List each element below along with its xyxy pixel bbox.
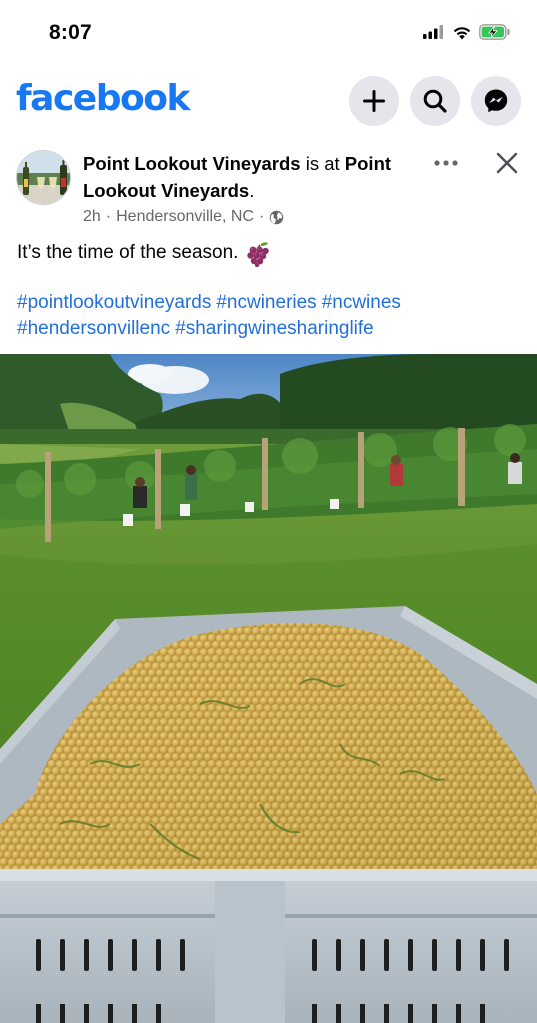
messenger-button[interactable] [471, 76, 521, 126]
app-header: facebook [0, 70, 537, 132]
facebook-logo[interactable]: facebook [16, 78, 190, 119]
close-icon [496, 152, 518, 174]
post-place[interactable]: Hendersonville, NC [116, 208, 254, 226]
search-icon [423, 89, 447, 113]
post-message: It’s the time of the season. [17, 239, 272, 267]
more-options-button[interactable] [428, 148, 464, 178]
post-header: Point Lookout Vineyards is at Point Look… [0, 146, 537, 234]
battery-charging-icon [479, 24, 510, 40]
hashtag-link[interactable]: #pointlookoutvineyards [17, 292, 211, 313]
post-photo[interactable] [0, 354, 537, 1023]
hashtag-link[interactable]: #hendersonvillenc [17, 318, 170, 339]
post-title: Point Lookout Vineyards is at Point Look… [83, 150, 423, 204]
page-avatar[interactable] [16, 150, 71, 205]
meta-separator: · [258, 208, 265, 225]
search-button[interactable] [410, 76, 460, 126]
page-name-link[interactable]: Point Lookout Vineyards [83, 153, 301, 174]
is-at-text: is at [300, 153, 345, 174]
status-time: 8:07 [49, 21, 92, 44]
hashtag-link[interactable]: #ncwines [322, 292, 401, 313]
more-icon [434, 160, 458, 166]
status-bar: 8:07 [0, 0, 537, 64]
meta-separator: · [105, 208, 112, 225]
messenger-icon [484, 89, 508, 113]
hashtag-link[interactable]: #ncwineries [216, 292, 316, 313]
post-time[interactable]: 2h [83, 208, 101, 226]
add-icon [363, 90, 385, 112]
post-meta: 2h · Hendersonville, NC · [83, 208, 284, 226]
create-button[interactable] [349, 76, 399, 126]
globe-icon [270, 210, 284, 224]
title-period: . [249, 180, 255, 201]
hide-post-button[interactable] [490, 146, 524, 180]
post-message-text: It’s the time of the season. [17, 242, 239, 263]
hashtag-list: #pointlookoutvineyards #ncwineries #ncwine… [17, 290, 527, 342]
grapes-icon [247, 242, 270, 267]
wifi-icon [453, 26, 471, 39]
hashtag-link[interactable]: #sharingwinesharinglife [175, 318, 374, 339]
status-icons [423, 24, 511, 40]
signal-icon [423, 25, 443, 39]
